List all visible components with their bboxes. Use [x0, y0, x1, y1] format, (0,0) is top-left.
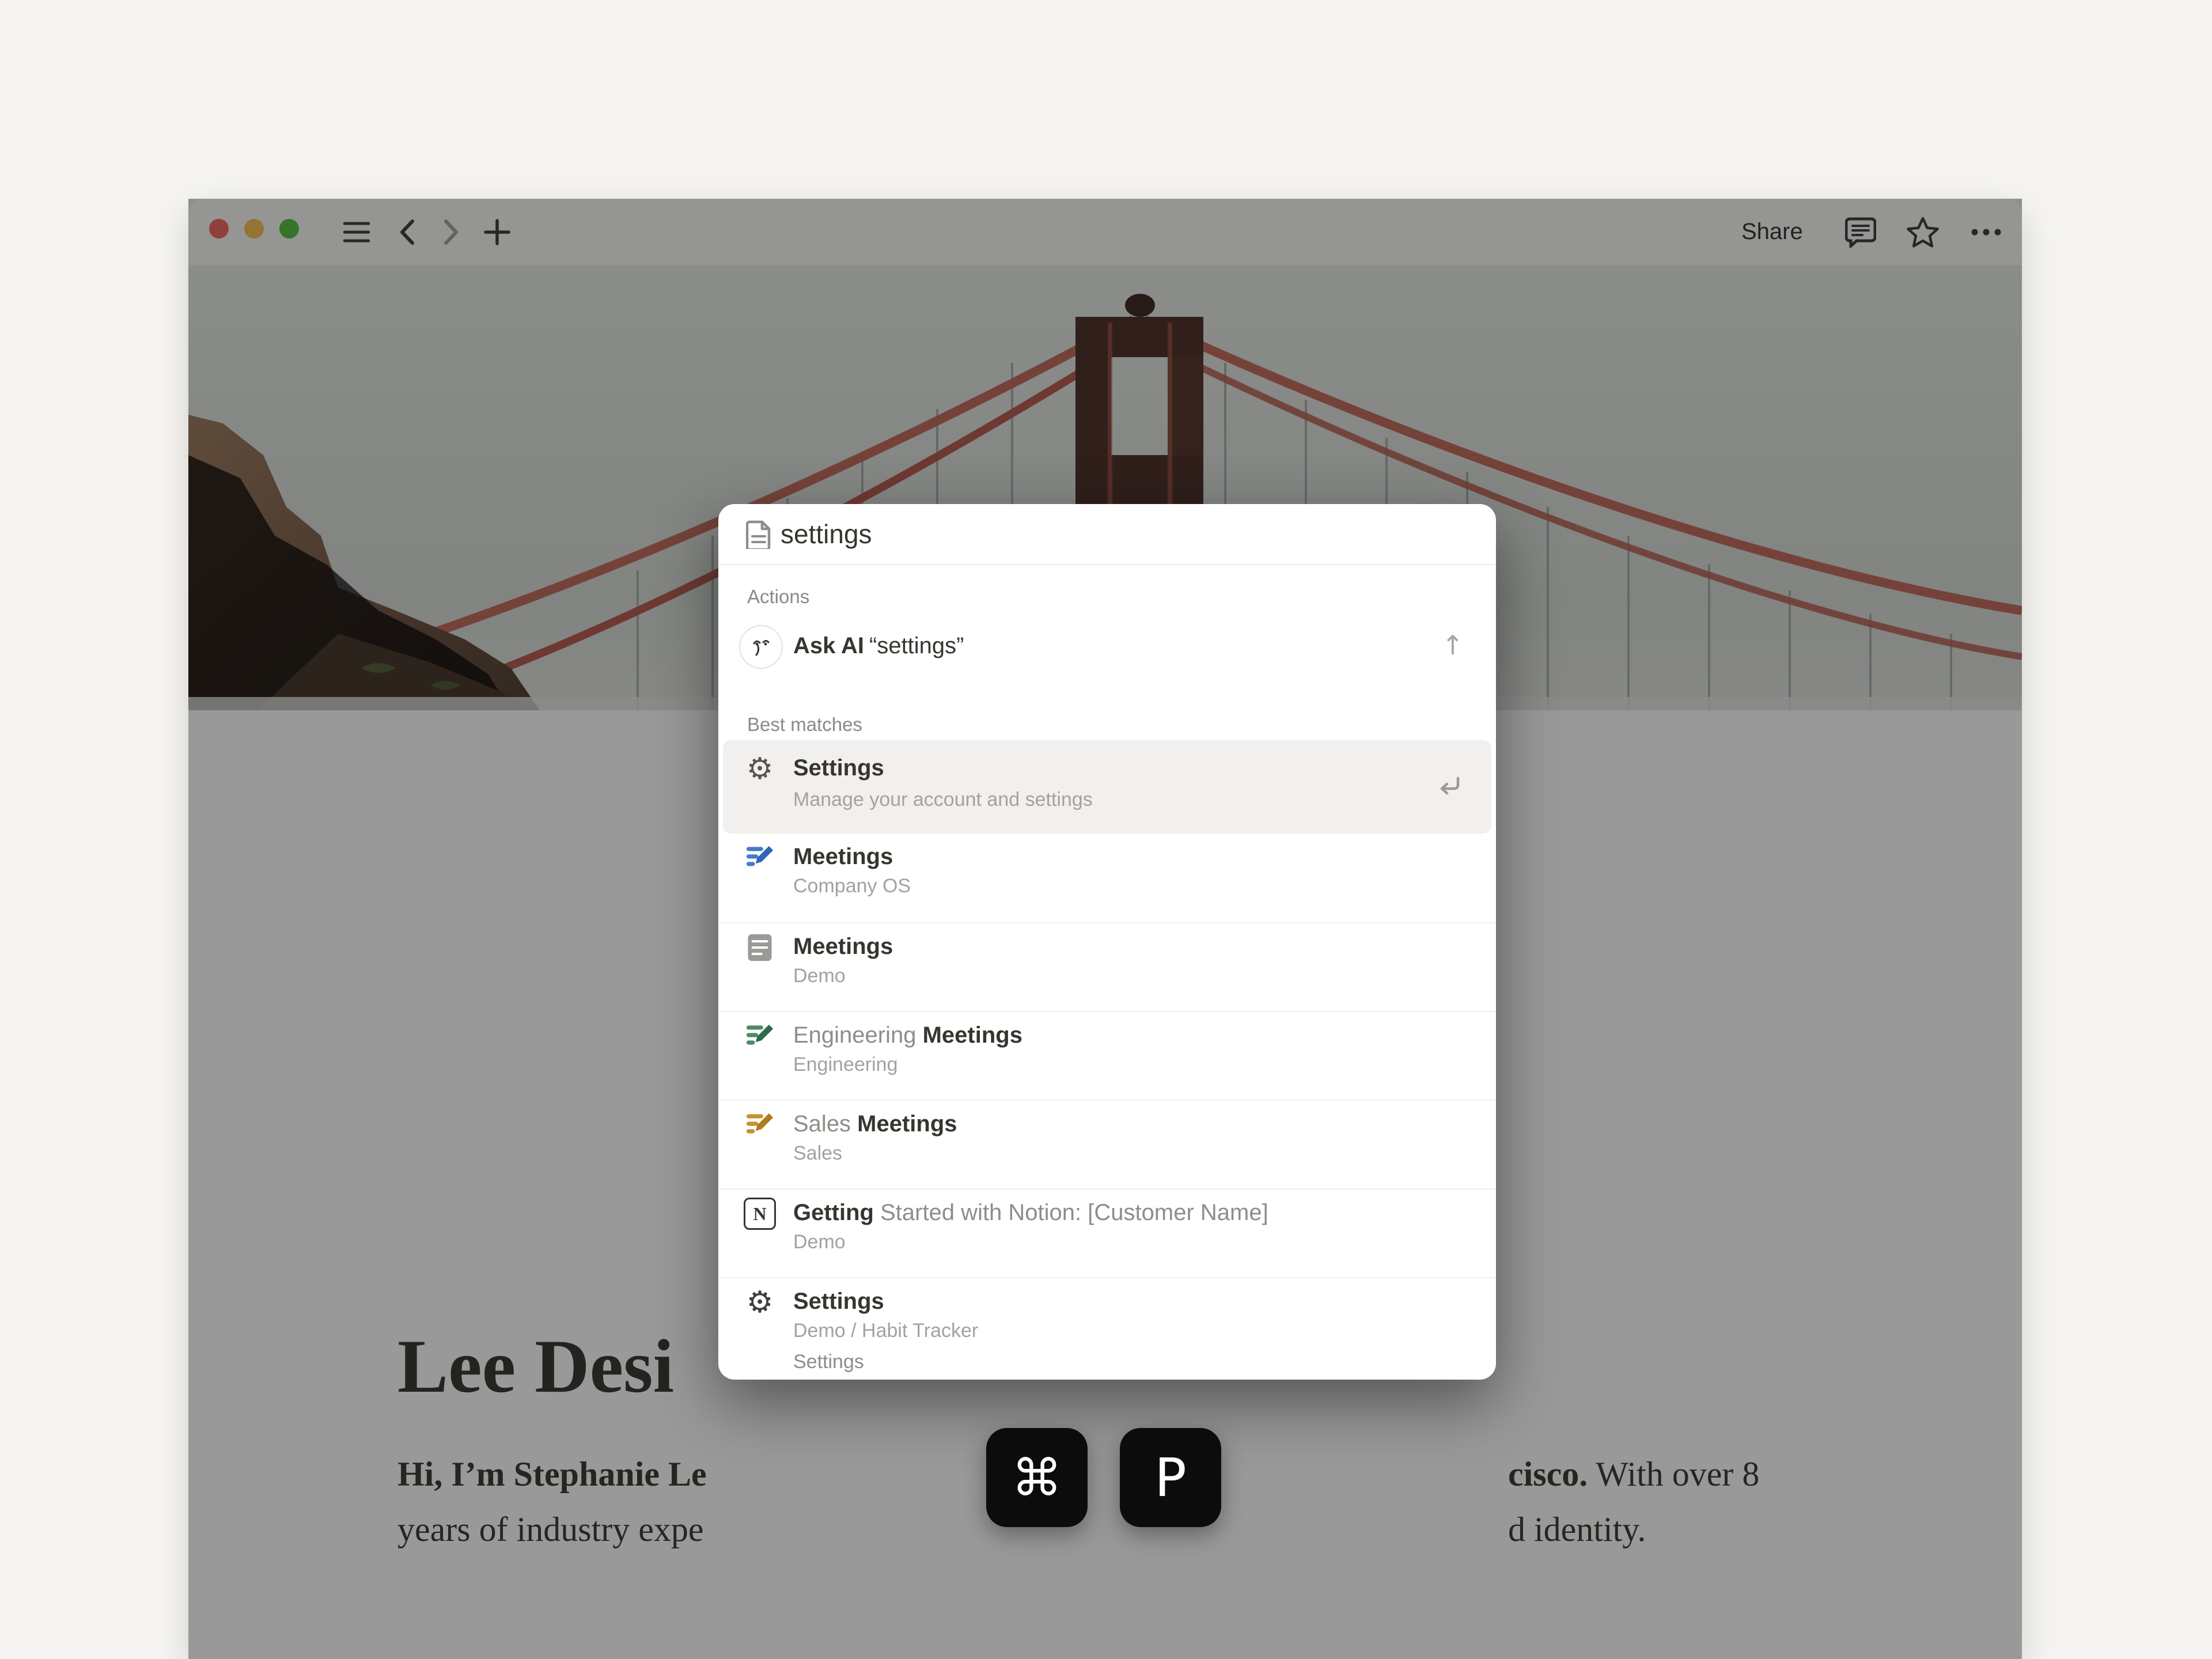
result-subtitle: Demo	[793, 965, 846, 987]
result-title: Settings	[793, 755, 884, 781]
result-subtitle: Demo	[793, 1231, 846, 1253]
result-subtitle: Engineering	[793, 1054, 897, 1076]
result-title: Settings	[793, 1289, 884, 1315]
result-title: Engineering Meetings	[793, 1022, 1022, 1048]
result-title: Meetings	[793, 934, 893, 960]
page-icon	[746, 520, 771, 549]
gear-icon: ⚙	[744, 1286, 776, 1319]
section-label-actions: Actions	[747, 586, 809, 608]
enter-key-icon	[1437, 776, 1461, 798]
search-result-engineering-meetings[interactable]: Engineering Meetings Engineering	[718, 1011, 1496, 1101]
gear-icon: ⚙	[744, 753, 776, 785]
search-result-getting-started[interactable]: N Getting Started with Notion: [Customer…	[718, 1188, 1496, 1278]
result-subtitle: Manage your account and settings	[793, 789, 1093, 811]
ask-ai-row[interactable]: Ask AI “settings” ↑	[718, 617, 1496, 675]
search-result-meetings-companyos[interactable]: Meetings Company OS	[718, 834, 1496, 922]
result-subtitle: Demo / Habit Tracker	[793, 1320, 978, 1342]
meeting-notes-blue-icon	[744, 842, 776, 874]
ask-ai-label: Ask AI	[793, 633, 864, 659]
result-subtitle-2: Settings	[793, 1351, 864, 1373]
meeting-notes-orange-icon	[744, 1109, 776, 1141]
notion-ai-face-icon	[739, 625, 783, 669]
result-title: Meetings	[793, 844, 893, 870]
screen: Share	[0, 0, 2212, 1659]
search-dialog: Actions Ask AI “settings” ↑ Best matches…	[718, 504, 1496, 1380]
ask-ai-query: “settings”	[869, 633, 964, 659]
p-keycap: P	[1120, 1428, 1221, 1527]
submit-arrow-icon: ↑	[1441, 630, 1464, 661]
meeting-notes-green-icon	[744, 1020, 776, 1052]
search-result-settings-habit-tracker[interactable]: ⚙ Settings Demo / Habit Tracker Settings	[718, 1277, 1496, 1380]
result-subtitle: Company OS	[793, 875, 911, 897]
result-subtitle: Sales	[793, 1142, 842, 1165]
search-result-meetings-demo[interactable]: Meetings Demo	[718, 922, 1496, 1012]
search-input[interactable]	[779, 504, 1444, 564]
section-label-best-matches: Best matches	[747, 714, 862, 736]
document-icon	[744, 931, 776, 964]
search-result-settings[interactable]: ⚙ Settings Manage your account and setti…	[723, 740, 1491, 834]
result-title: Sales Meetings	[793, 1111, 957, 1137]
search-result-sales-meetings[interactable]: Sales Meetings Sales	[718, 1100, 1496, 1190]
search-input-row	[718, 504, 1496, 565]
result-title: Getting Started with Notion: [Customer N…	[793, 1200, 1268, 1226]
notion-logo-icon: N	[744, 1198, 776, 1230]
command-keycap: ⌘	[986, 1428, 1088, 1527]
